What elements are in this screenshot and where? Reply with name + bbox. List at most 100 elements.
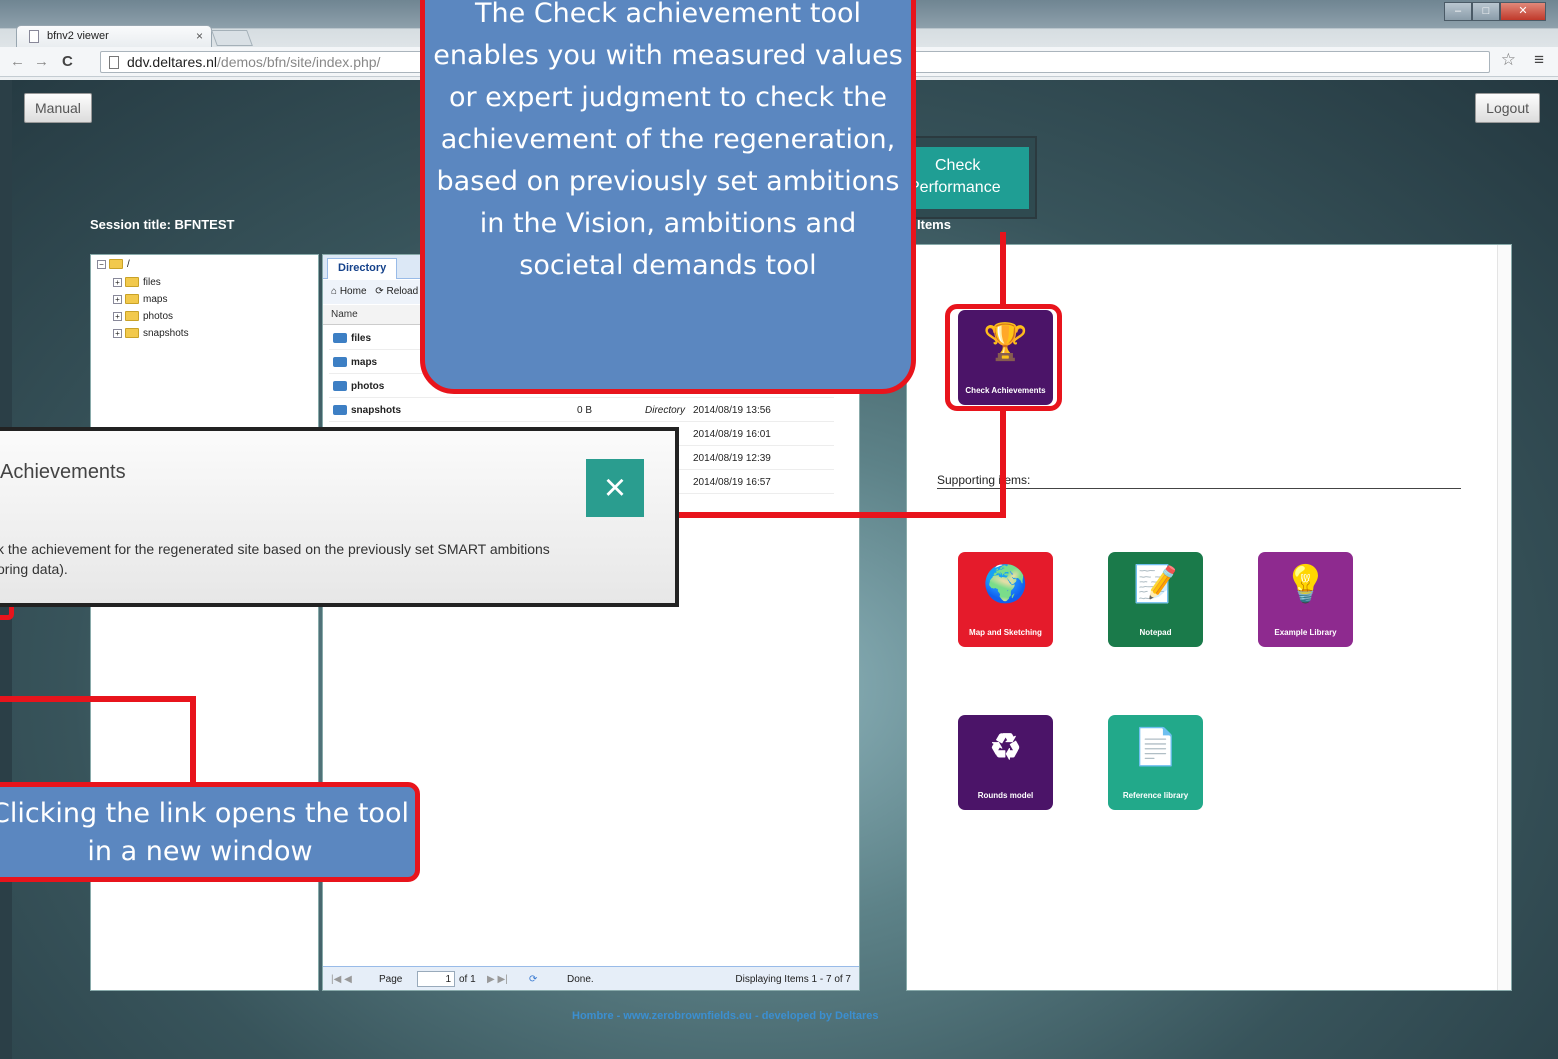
folder-icon	[333, 405, 347, 416]
footer: Hombre - www.zerobrownfields.eu - develo…	[572, 1010, 878, 1022]
rounds-model-label: Rounds model	[977, 791, 1034, 800]
dialog-description: ck the achievement for the regenerated s…	[0, 539, 650, 579]
forward-icon[interactable]: →	[34, 53, 49, 70]
tree-item-maps[interactable]: + maps	[113, 294, 167, 305]
expand-icon[interactable]: +	[113, 311, 122, 321]
new-tab-button[interactable]	[211, 30, 253, 46]
folder-icon	[125, 311, 139, 322]
tree-root[interactable]: − /	[97, 259, 130, 270]
back-icon[interactable]: ←	[10, 53, 25, 70]
browser-tab[interactable]: bfnv2 viewer ×	[16, 25, 212, 47]
pager-display-count: Displaying Items 1 - 7 of 7	[735, 974, 851, 985]
row-date: 2014/08/19 12:39	[693, 453, 771, 464]
folder-icon	[333, 333, 347, 344]
tree-item-photos[interactable]: + photos	[113, 311, 173, 322]
row-type: Directory	[645, 405, 686, 416]
document-icon	[29, 30, 39, 43]
manual-button[interactable]: Manual	[24, 93, 92, 123]
page-icon	[109, 56, 119, 69]
footer-link-deltares[interactable]: developed by Deltares	[762, 1010, 879, 1022]
page-label: Page	[379, 974, 403, 985]
maximize-icon[interactable]: □	[1472, 2, 1500, 21]
folder-icon	[125, 294, 139, 305]
example-library-label: Example Library	[1274, 628, 1337, 637]
tab-close-icon[interactable]: ×	[196, 29, 203, 43]
home-button[interactable]: ⌂ Home	[331, 286, 367, 297]
supporting-items-label: Supporting items:	[937, 473, 1031, 487]
tree-item-snapshots[interactable]: + snapshots	[113, 328, 189, 339]
tree-item-label: files	[143, 277, 161, 288]
folder-icon	[109, 259, 123, 270]
cycle-icon: ♻	[989, 726, 1022, 767]
dialog-title: Achievements	[0, 461, 126, 483]
connector-line	[0, 696, 196, 702]
row-name: maps	[351, 357, 378, 368]
menu-icon[interactable]: ≡	[1534, 50, 1544, 70]
dialog-close-icon[interactable]: ×	[586, 459, 644, 517]
reference-library-label: Reference library	[1122, 791, 1189, 800]
highlight-check-achievements	[945, 304, 1062, 411]
tree-item-files[interactable]: + files	[113, 277, 161, 288]
table-row[interactable]: snapshots 0 B Directory 2014/08/19 13:56	[329, 399, 834, 422]
minimize-icon[interactable]: –	[1444, 2, 1472, 21]
reload-button[interactable]: ⟳ Reload	[375, 286, 418, 297]
connector-line	[190, 696, 196, 784]
dialog-desc-line2: itoring data).	[0, 561, 68, 577]
notepad-icon: 📝	[1133, 563, 1178, 604]
footer-link-site[interactable]: www.zerobrownfields.eu	[623, 1010, 752, 1022]
row-name: files	[351, 333, 372, 344]
connector-line	[679, 512, 1006, 518]
expand-icon[interactable]: +	[113, 294, 122, 304]
notepad-label: Notepad	[1139, 628, 1172, 637]
tree-root-label: /	[127, 259, 130, 270]
folder-icon	[125, 328, 139, 339]
connector-line	[1000, 232, 1006, 306]
first-page-icon[interactable]: |◀ ◀	[331, 974, 352, 985]
refresh-icon[interactable]: ⟳	[529, 974, 537, 985]
rounds-model-button[interactable]: ♻ Rounds model	[958, 715, 1053, 810]
callout-open-link: Clicking the link opens the tool in a ne…	[0, 782, 420, 882]
next-page-icon[interactable]: ▶ ▶|	[487, 974, 508, 985]
check-performance-frame: Check Performance	[898, 136, 1037, 219]
row-date: 2014/08/19 16:57	[693, 477, 771, 488]
page-of-label: of 1	[459, 974, 476, 985]
dialog-desc-line1: ck the achievement for the regenerated s…	[0, 541, 550, 557]
achievements-dialog: Achievements × ck the achievement for th…	[0, 427, 679, 607]
items-scrollbar[interactable]	[1497, 245, 1511, 990]
home-label: Home	[339, 286, 367, 297]
footer-part1: Hombre -	[572, 1010, 624, 1022]
tab-directory[interactable]: Directory	[327, 258, 398, 279]
reload-label: Reload	[386, 286, 419, 297]
page-number-input[interactable]: 1	[417, 971, 455, 987]
bookmark-star-icon[interactable]: ☆	[1501, 50, 1516, 70]
pager-status: Done.	[567, 974, 594, 985]
close-window-icon[interactable]: ✕	[1500, 2, 1546, 21]
reload-icon[interactable]: C	[62, 53, 73, 70]
connector-line	[1000, 408, 1006, 518]
map-sketching-label: Map and Sketching	[969, 628, 1042, 637]
map-sketching-button[interactable]: 🌍 Map and Sketching	[958, 552, 1053, 647]
check-performance-line2: Performance	[909, 179, 1001, 196]
callout-check-achievement: The Check achievement tool enables you w…	[420, 0, 916, 394]
window-controls: – □ ✕	[1444, 2, 1546, 22]
reference-library-button[interactable]: 📄 Reference library	[1108, 715, 1203, 810]
example-library-button[interactable]: 💡 Example Library	[1258, 552, 1353, 647]
row-name: photos	[351, 381, 385, 392]
expand-icon[interactable]: +	[113, 328, 122, 338]
url-host: ddv.deltares.nl	[127, 54, 218, 70]
expand-icon[interactable]: +	[113, 277, 122, 287]
check-performance-button[interactable]: Check Performance	[907, 147, 1029, 209]
tab-title: bfnv2 viewer	[47, 30, 109, 42]
notepad-button[interactable]: 📝 Notepad	[1108, 552, 1203, 647]
items-heading: Items	[917, 217, 951, 232]
documents-icon: 📄	[1133, 726, 1178, 767]
tree-item-label: maps	[143, 294, 168, 305]
row-name: snapshots	[351, 405, 402, 416]
grid-pager: |◀ ◀ Page 1 of 1 ▶ ▶| ⟳ Done. Displaying…	[323, 966, 859, 990]
logout-button[interactable]: Logout	[1475, 93, 1540, 123]
folder-icon	[125, 277, 139, 288]
check-performance-line1: Check	[935, 157, 981, 174]
collapse-icon[interactable]: −	[97, 259, 106, 269]
footer-sep: -	[751, 1010, 762, 1022]
row-date: 2014/08/19 16:01	[693, 429, 771, 440]
